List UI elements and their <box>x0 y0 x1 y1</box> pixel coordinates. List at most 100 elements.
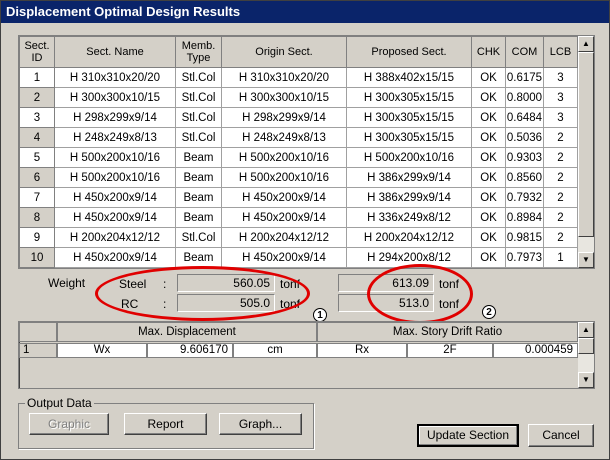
drift-scroll-thumb[interactable] <box>578 338 594 354</box>
cell-memb-type: Beam <box>175 247 222 268</box>
drift-scroll-up-icon[interactable]: ▲ <box>578 322 594 338</box>
graph-button[interactable]: Graph... <box>219 413 302 435</box>
col-header-chk[interactable]: CHK <box>471 36 506 68</box>
drift-scrollbar[interactable]: ▲ ▼ <box>578 322 594 388</box>
cell-sect-name: H 500x200x10/16 <box>54 167 176 188</box>
cell-chk: OK <box>471 207 506 228</box>
table-row[interactable]: 1H 310x310x20/20 Stl.Col H 310x310x20/20 H … <box>19 67 578 88</box>
cell-proposed-sect: H 386x299x9/14 <box>346 187 472 208</box>
col-header-origin-sect[interactable]: Origin Sect. <box>221 36 347 68</box>
cell-sect-id: 10 <box>19 247 55 268</box>
cell-proposed-sect: H 300x305x15/15 <box>346 127 472 148</box>
drift-dir-cell: Wx <box>57 343 147 358</box>
cell-sect-name: H 300x300x10/15 <box>54 87 176 108</box>
callout-2: 2 <box>482 305 496 319</box>
cell-memb-type: Beam <box>175 147 222 168</box>
cell-lcb: 1 <box>543 247 578 268</box>
cell-origin-sect: H 298x299x9/14 <box>221 107 347 128</box>
cell-origin-sect: H 310x310x20/20 <box>221 67 347 88</box>
cell-sect-id: 2 <box>19 87 55 108</box>
table-row[interactable]: 10 H 450x200x9/14 Beam H 450x200x9/14 H 294x… <box>19 247 578 268</box>
graphic-button[interactable]: Graphic <box>29 413 109 435</box>
col-header-sect-name[interactable]: Sect. Name <box>54 36 176 68</box>
table-row[interactable]: 4H 248x249x8/13 Stl.Col H 248x249x8/13 H 30… <box>19 127 578 148</box>
cell-origin-sect: H 200x204x12/12 <box>221 227 347 248</box>
cell-memb-type: Beam <box>175 207 222 228</box>
cell-memb-type: Stl.Col <box>175 227 222 248</box>
col-header-lcb[interactable]: LCB <box>543 36 578 68</box>
drift-scroll-down-icon[interactable]: ▼ <box>578 372 594 388</box>
cell-lcb: 2 <box>543 207 578 228</box>
table-row[interactable]: 6H 500x200x10/16 Beam H 500x200x10/16 H 386… <box>19 167 578 188</box>
max-drift-header: Max. Story Drift Ratio <box>317 322 578 342</box>
cell-sect-id: 9 <box>19 227 55 248</box>
drift-story-cell: 2F <box>407 343 493 358</box>
table-row[interactable]: 5H 500x200x10/16 Beam H 500x200x10/16 H 500… <box>19 147 578 168</box>
drift-corner-cell <box>19 322 57 342</box>
drift-grid[interactable]: Max. Displacement Max. Story Drift Ratio… <box>18 321 595 389</box>
cell-origin-sect: H 500x200x10/16 <box>221 147 347 168</box>
update-section-button[interactable]: Update Section <box>417 424 519 447</box>
table-row[interactable]: 8H 450x200x9/14 Beam H 450x200x9/14 H 336x2… <box>19 207 578 228</box>
cell-chk: OK <box>471 167 506 188</box>
scroll-thumb[interactable] <box>578 52 594 237</box>
cell-sect-id: 6 <box>19 167 55 188</box>
table-row[interactable]: 7H 450x200x9/14 Beam H 450x200x9/14 H 386x2… <box>19 187 578 208</box>
cell-sect-name: H 310x310x20/20 <box>54 67 176 88</box>
cell-memb-type: Stl.Col <box>175 87 222 108</box>
weight-label: Weight <box>48 276 86 290</box>
cell-memb-type: Beam <box>175 167 222 188</box>
cell-sect-name: H 450x200x9/14 <box>54 247 176 268</box>
cell-lcb: 2 <box>543 227 578 248</box>
table-row[interactable]: 9H 200x204x12/12 Stl.Col H 200x204x12/12 H … <box>19 227 578 248</box>
cell-chk: OK <box>471 107 506 128</box>
results-grid[interactable]: Sect. ID Sect. Name Memb. Type Origin Se… <box>18 35 595 269</box>
results-scrollbar[interactable]: ▲ ▼ <box>578 36 594 268</box>
cell-lcb: 3 <box>543 107 578 128</box>
cell-com: 0.6484 <box>505 107 544 128</box>
window-title: Displacement Optimal Design Results <box>1 1 609 23</box>
table-row[interactable]: 2H 300x300x10/15 Stl.Col H 300x300x10/15 H … <box>19 87 578 108</box>
cell-com: 0.8560 <box>505 167 544 188</box>
drift-dir2-cell: Rx <box>317 343 407 358</box>
cell-sect-name: H 450x200x9/14 <box>54 187 176 208</box>
cell-com: 0.8000 <box>505 87 544 108</box>
cell-chk: OK <box>471 127 506 148</box>
cell-lcb: 3 <box>543 87 578 108</box>
col-header-proposed-sect[interactable]: Proposed Sect. <box>346 36 472 68</box>
cell-sect-id: 5 <box>19 147 55 168</box>
scroll-up-icon[interactable]: ▲ <box>578 36 594 52</box>
results-table: Sect. ID Sect. Name Memb. Type Origin Se… <box>19 36 578 268</box>
output-data-label: Output Data <box>25 396 94 410</box>
cell-origin-sect: H 300x300x10/15 <box>221 87 347 108</box>
col-header-memb-type[interactable]: Memb. Type <box>175 36 222 68</box>
cell-proposed-sect: H 300x305x15/15 <box>346 87 472 108</box>
report-button[interactable]: Report <box>124 413 207 435</box>
cell-sect-name: H 248x249x8/13 <box>54 127 176 148</box>
cancel-button[interactable]: Cancel <box>528 424 594 447</box>
dialog-window: Displacement Optimal Design Results Sect… <box>0 0 610 460</box>
cell-proposed-sect: H 388x402x15/15 <box>346 67 472 88</box>
drift-disp-cell: 9.606170 <box>147 343 233 358</box>
cell-com: 0.9303 <box>505 147 544 168</box>
cell-proposed-sect: H 500x200x10/16 <box>346 147 472 168</box>
cell-proposed-sect: H 386x299x9/14 <box>346 167 472 188</box>
cell-com: 0.8984 <box>505 207 544 228</box>
max-displacement-header: Max. Displacement <box>57 322 317 342</box>
cell-sect-id: 3 <box>19 107 55 128</box>
table-row[interactable]: 3H 298x299x9/14 Stl.Col H 298x299x9/14 H 30… <box>19 107 578 128</box>
cell-com: 0.7973 <box>505 247 544 268</box>
cell-com: 0.7932 <box>505 187 544 208</box>
cell-sect-name: H 500x200x10/16 <box>54 147 176 168</box>
cell-origin-sect: H 248x249x8/13 <box>221 127 347 148</box>
drift-row-index: 1 <box>19 343 57 358</box>
cell-origin-sect: H 500x200x10/16 <box>221 167 347 188</box>
cell-chk: OK <box>471 67 506 88</box>
cell-sect-id: 8 <box>19 207 55 228</box>
scroll-down-icon[interactable]: ▼ <box>578 252 594 268</box>
table-header-row: Sect. ID Sect. Name Memb. Type Origin Se… <box>19 36 578 68</box>
cell-com: 0.5036 <box>505 127 544 148</box>
col-header-sect-id[interactable]: Sect. ID <box>19 36 55 68</box>
col-header-com[interactable]: COM <box>505 36 544 68</box>
cell-origin-sect: H 450x200x9/14 <box>221 187 347 208</box>
